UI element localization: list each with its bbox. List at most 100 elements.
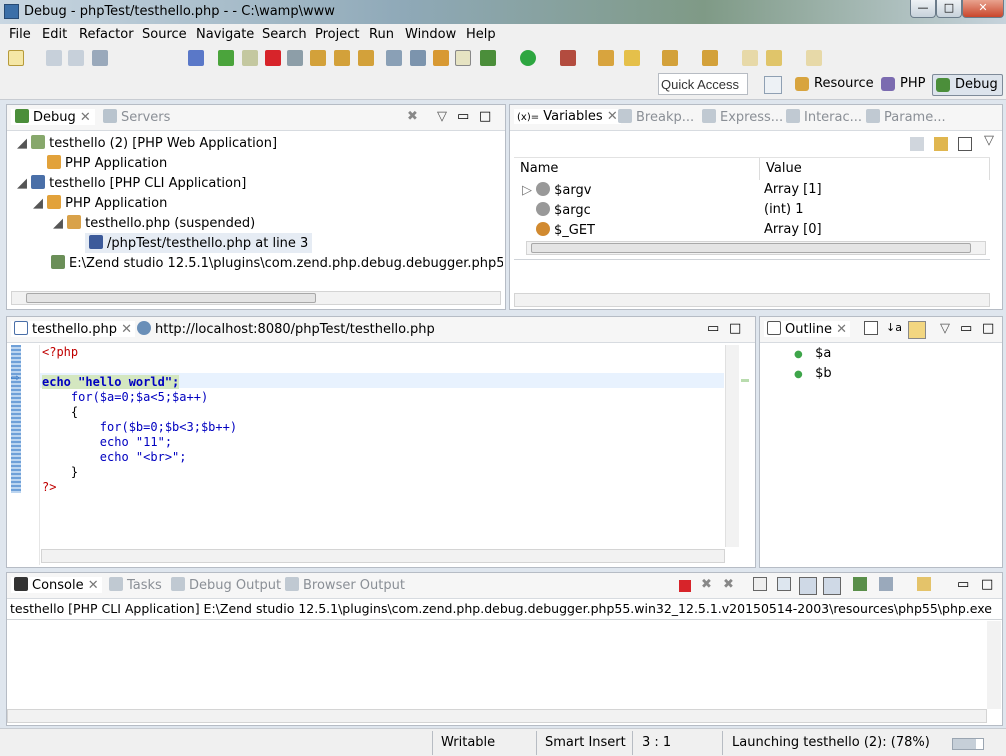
close-button[interactable]: ✕ [962,0,1004,18]
open-type-icon[interactable] [433,50,449,66]
tree-node-php-app-2[interactable]: ◢ PHP Application [33,195,167,211]
menu-help[interactable]: Help [466,27,496,42]
code-area[interactable]: <?php echo "hello world"; for($a=0;$a<5;… [39,345,724,565]
table-row[interactable]: $_GET [536,222,595,238]
step-into-icon[interactable] [310,50,326,66]
view-menu-icon[interactable]: ▽ [437,109,447,124]
outline-minimize-icon[interactable]: ▭ [960,321,972,336]
outline-maximize-icon[interactable]: □ [982,321,994,336]
minimize-button[interactable]: — [910,0,936,18]
perspective-resource[interactable]: Resource [792,74,878,96]
show-on-error-icon[interactable] [823,577,841,595]
menu-window[interactable]: Window [405,27,456,42]
tab-servers[interactable]: Servers [103,109,170,125]
wand-icon[interactable] [624,50,640,66]
tree-node-stack-frame[interactable]: /phpTest/testhello.php at line 3 [85,233,313,253]
suspend-icon[interactable] [242,50,258,66]
run-icon[interactable] [520,50,536,66]
pin-console-icon[interactable] [853,577,867,591]
open-perspective-icon[interactable] [764,76,782,94]
editor-vertical-scrollbar[interactable] [725,345,739,547]
progress-bar[interactable] [952,738,984,750]
tree-node-cli-app[interactable]: ◢ testhello [PHP CLI Application] [17,175,246,191]
tab-debug[interactable]: Debug ✕ [11,109,95,125]
console-vertical-scrollbar[interactable] [987,621,1001,709]
clear-console-icon[interactable] [753,577,767,591]
mark-occurrences-icon[interactable] [455,50,471,66]
editor-horizontal-scrollbar[interactable] [41,549,725,563]
step-return-icon[interactable] [358,50,374,66]
collapse-all-icon[interactable] [934,137,948,151]
perspective-debug[interactable]: Debug [932,74,1003,96]
outline-item[interactable]: ● $a [794,346,831,361]
debug-horizontal-scrollbar[interactable] [11,291,501,305]
console-horizontal-scrollbar[interactable] [7,709,987,723]
resume-icon[interactable] [218,50,234,66]
column-value[interactable]: Value [760,158,990,180]
layout-icon[interactable] [958,137,972,151]
outline-view-menu-icon[interactable]: ▽ [940,321,950,336]
tab-console[interactable]: Console ✕ [11,577,102,593]
scroll-lock-icon[interactable] [777,577,791,591]
menu-search[interactable]: Search [262,27,307,42]
console-remove-all-icon[interactable]: ✖ [723,577,734,592]
new-icon[interactable] [8,50,24,66]
console-remove-icon[interactable]: ✖ [701,577,712,592]
tab-tasks[interactable]: Tasks [109,577,162,593]
tab-outline[interactable]: Outline ✕ [764,321,851,337]
table-row[interactable]: ▷ $argv [522,182,591,198]
save-icon[interactable] [46,50,62,66]
disconnect-icon[interactable] [287,50,303,66]
step-over-icon[interactable] [334,50,350,66]
tab-browser[interactable]: http://localhost:8080/phpTest/testhello.… [137,321,435,337]
editor-minimize-icon[interactable]: ▭ [707,321,719,336]
quick-access-input[interactable]: Quick Access [658,73,748,95]
collapse-outline-icon[interactable] [864,321,878,335]
show-on-output-icon[interactable] [799,577,817,595]
tab-browser-output[interactable]: Browser Output [285,577,405,593]
scroll-thumb[interactable] [531,243,971,253]
skip-breakpoints-icon[interactable] [188,50,204,66]
tree-node-thread[interactable]: ◢ testhello.php (suspended) [53,215,255,231]
remove-launches-icon[interactable]: ✖ [407,109,418,124]
variables-horizontal-scrollbar[interactable] [526,241,986,255]
sort-icon[interactable]: ↓a [886,321,902,334]
forward-icon[interactable] [806,50,822,66]
menu-project[interactable]: Project [315,27,359,42]
use-step-filters-icon[interactable] [386,50,402,66]
detail-pane[interactable] [514,259,990,293]
menu-edit[interactable]: Edit [42,27,67,42]
console-terminate-icon[interactable] [679,580,691,592]
open-console-icon[interactable] [917,577,931,591]
menu-file[interactable]: File [9,27,31,42]
tab-interactive[interactable]: Interac... [786,109,862,125]
prev-annotation-icon[interactable] [702,50,718,66]
scroll-thumb[interactable] [26,293,316,303]
tree-node-process-path[interactable]: E:\Zend studio 12.5.1\plugins\com.zend.p… [51,255,503,271]
maximize-view-icon[interactable]: □ [479,109,491,124]
minimize-view-icon[interactable]: ▭ [457,109,469,124]
link-editor-icon[interactable] [908,321,926,339]
column-name[interactable]: Name [514,158,760,180]
tab-parameters[interactable]: Parame... [866,109,946,125]
last-edit-icon[interactable] [742,50,758,66]
external-tools-icon[interactable] [560,50,576,66]
menu-refactor[interactable]: Refactor [79,27,134,42]
editor-maximize-icon[interactable]: □ [729,321,741,336]
save-all-icon[interactable] [68,50,84,66]
variables-view-menu-icon[interactable]: ▽ [984,133,994,148]
menu-source[interactable]: Source [142,27,187,42]
debug-icon[interactable] [480,50,496,66]
tab-variables[interactable]: (x)= Variables ✕ [514,109,621,124]
toggle-icon[interactable] [410,50,426,66]
maximize-button[interactable]: □ [936,0,962,18]
back-icon[interactable] [766,50,782,66]
table-row[interactable]: $argc [536,202,591,218]
console-maximize-icon[interactable]: □ [981,577,993,592]
display-console-icon[interactable] [879,577,893,591]
outline-item[interactable]: ● $b [794,366,832,381]
show-type-names-icon[interactable] [910,137,924,151]
open-folder-icon[interactable] [598,50,614,66]
tab-testhello-php[interactable]: testhello.php ✕ [11,321,136,337]
detail-horizontal-scrollbar[interactable] [514,293,990,307]
